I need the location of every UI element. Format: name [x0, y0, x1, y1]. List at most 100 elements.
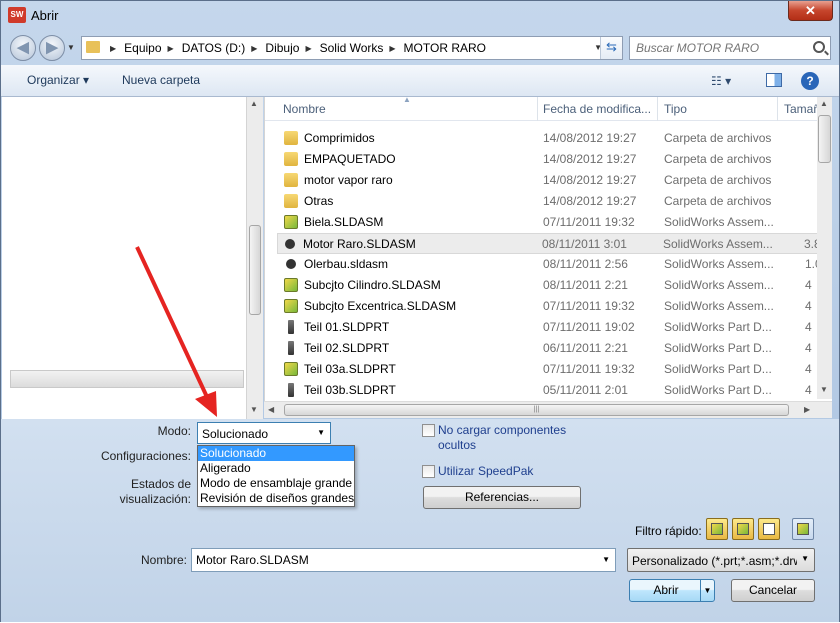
- column-divider[interactable]: [657, 97, 658, 121]
- file-list-vertical-scrollbar[interactable]: ▲ ▼: [817, 97, 832, 399]
- chevron-down-icon[interactable]: ▼: [317, 428, 325, 437]
- speedpak-label[interactable]: Utilizar SpeedPak: [438, 464, 533, 478]
- navigation-pane-scrollbar[interactable]: ▲ ▼: [246, 97, 263, 419]
- drawing-icon: [286, 259, 296, 269]
- file-row[interactable]: Motor Raro.SLDASM 08/11/2011 3:01 SolidWor…: [277, 233, 821, 254]
- file-row[interactable]: Comprimidos 14/08/2012 19:27 Carpeta de ar…: [279, 128, 821, 149]
- speedpak-checkbox[interactable]: [422, 465, 435, 478]
- search-icon[interactable]: [813, 41, 825, 53]
- file-row[interactable]: EMPAQUETADO 14/08/2012 19:27 Carpeta de ar…: [279, 149, 821, 170]
- file-row[interactable]: Teil 01.SLDPRT 07/11/2011 19:02 SolidWorks…: [279, 317, 821, 338]
- forward-button[interactable]: ▶: [39, 35, 65, 61]
- file-type: SolidWorks Assem...: [664, 299, 774, 313]
- file-name-field[interactable]: ▼: [191, 548, 616, 572]
- modo-option-revision-disenos[interactable]: Revisión de diseños grandes: [198, 491, 354, 506]
- open-button[interactable]: Abrir ▼: [629, 579, 715, 602]
- command-bar: Organizar ▾ Nueva carpeta ☷ ▾ ?: [1, 65, 839, 97]
- breadcrumb-separator-icon[interactable]: ▶: [389, 44, 395, 53]
- open-options-chevron-down-icon[interactable]: ▼: [700, 580, 714, 601]
- address-bar[interactable]: ▶ Equipo ▶ DATOS (D:) ▶ Dibujo ▶ Solid W…: [81, 36, 623, 60]
- column-header-type[interactable]: Tipo: [664, 102, 687, 116]
- part-filter-icon: [711, 523, 723, 535]
- file-row[interactable]: Subcjto Cilindro.SLDASM 08/11/2011 2:21 So…: [279, 275, 821, 296]
- no-cargar-checkbox[interactable]: [422, 424, 435, 437]
- breadcrumb-item-equipo[interactable]: Equipo: [124, 41, 161, 55]
- navigation-pane-horizontal-scrollbar[interactable]: [10, 370, 244, 388]
- estados-label-line2: visualización:: [119, 492, 191, 506]
- breadcrumb-item-datos[interactable]: DATOS (D:): [182, 41, 246, 55]
- chevron-down-icon[interactable]: ▼: [602, 555, 610, 564]
- breadcrumb-item-motor-raro[interactable]: MOTOR RARO: [404, 41, 486, 55]
- navigation-pane[interactable]: [2, 97, 246, 419]
- filter-parts-button[interactable]: [706, 518, 728, 540]
- file-type-select[interactable]: Personalizado (*.prt;*.asm;*.drw ▼: [627, 548, 815, 572]
- column-divider[interactable]: [777, 97, 778, 121]
- breadcrumb-item-dibujo[interactable]: Dibujo: [265, 41, 299, 55]
- filter-top-level-button[interactable]: [792, 518, 814, 540]
- file-row[interactable]: Subcjto Excentrica.SLDASM 07/11/2011 19:3…: [279, 296, 821, 317]
- scroll-down-arrow-icon[interactable]: ▼: [250, 405, 258, 414]
- file-name: Comprimidos: [304, 131, 375, 145]
- preview-pane-icon[interactable]: [766, 73, 782, 87]
- file-row[interactable]: motor vapor raro 14/08/2012 19:27 Carpeta …: [279, 170, 821, 191]
- scroll-down-arrow-icon[interactable]: ▼: [820, 385, 828, 394]
- file-row[interactable]: Teil 02.SLDPRT 06/11/2011 2:21 SolidWorks …: [279, 338, 821, 359]
- scrollbar-thumb[interactable]: |||: [284, 404, 789, 416]
- file-type: SolidWorks Assem...: [664, 257, 774, 271]
- no-cargar-label-line2[interactable]: ocultos: [438, 438, 476, 452]
- filter-drawings-button[interactable]: [758, 518, 780, 540]
- file-row[interactable]: Olerbau.sldasm 08/11/2011 2:56 SolidWorks …: [279, 254, 821, 275]
- column-divider[interactable]: [537, 97, 538, 121]
- help-icon[interactable]: ?: [801, 72, 819, 90]
- scroll-up-arrow-icon[interactable]: ▲: [250, 99, 258, 108]
- cancel-button[interactable]: Cancelar: [731, 579, 815, 602]
- scroll-right-arrow-icon[interactable]: ▶: [804, 405, 810, 414]
- search-input[interactable]: [636, 38, 812, 58]
- breadcrumb-item-solid-works[interactable]: Solid Works: [320, 41, 384, 55]
- navigation-pane-content: [24, 97, 154, 412]
- filter-assemblies-button[interactable]: [732, 518, 754, 540]
- file-type: SolidWorks Part D...: [664, 320, 772, 334]
- close-button[interactable]: ✕: [788, 1, 833, 21]
- file-row[interactable]: Teil 03a.SLDPRT 07/11/2011 19:32 SolidWork…: [279, 359, 821, 380]
- back-button[interactable]: ◀: [10, 35, 36, 61]
- referencias-button[interactable]: Referencias...: [423, 486, 581, 509]
- title-bar[interactable]: SW Abrir ✕: [1, 1, 839, 31]
- options-panel: Modo: Solucionado ▼ Solucionado Aligerad…: [1, 419, 839, 622]
- file-row[interactable]: Otras 14/08/2012 19:27 Carpeta de archivos: [279, 191, 821, 212]
- recent-locations-chevron-down-icon[interactable]: ▼: [67, 43, 75, 52]
- file-type: SolidWorks Part D...: [664, 383, 772, 397]
- breadcrumb-separator-icon[interactable]: ▶: [251, 44, 257, 53]
- assembly-icon: [284, 215, 298, 229]
- file-row[interactable]: Teil 03b.SLDPRT 05/11/2011 2:01 SolidWorks…: [279, 380, 821, 401]
- folder-icon: [284, 152, 298, 166]
- refresh-button[interactable]: ⇆: [600, 37, 622, 59]
- column-header-date[interactable]: Fecha de modifica...: [543, 102, 651, 116]
- column-header-name[interactable]: Nombre: [283, 102, 326, 116]
- no-cargar-label-line1[interactable]: No cargar componentes: [438, 423, 566, 437]
- modo-select[interactable]: Solucionado ▼: [197, 422, 331, 444]
- modo-option-ensamblaje-grande[interactable]: Modo de ensamblaje grande: [198, 476, 354, 491]
- modo-dropdown-list: Solucionado Aligerado Modo de ensamblaje…: [197, 445, 355, 507]
- scrollbar-thumb[interactable]: [249, 225, 261, 315]
- file-date: 08/11/2011 3:01: [542, 237, 627, 251]
- breadcrumb-separator-icon[interactable]: ▶: [305, 44, 311, 53]
- search-box[interactable]: [629, 36, 831, 60]
- file-list-pane: ▲ Nombre Fecha de modifica... Tipo Tamañ…: [264, 95, 832, 417]
- new-folder-button[interactable]: Nueva carpeta: [122, 73, 200, 87]
- view-options-button[interactable]: ☷ ▾: [711, 74, 731, 88]
- file-name-input[interactable]: [196, 550, 586, 570]
- file-row[interactable]: Biela.SLDASM 07/11/2011 19:32 SolidWorks A…: [279, 212, 821, 233]
- file-type: SolidWorks Assem...: [663, 237, 773, 251]
- scrollbar-thumb[interactable]: [818, 115, 831, 163]
- scroll-up-arrow-icon[interactable]: ▲: [820, 99, 828, 108]
- drawing-icon: [285, 239, 295, 249]
- scroll-left-arrow-icon[interactable]: ◀: [268, 405, 274, 414]
- chevron-down-icon[interactable]: ▼: [801, 554, 809, 563]
- modo-option-solucionado[interactable]: Solucionado: [198, 446, 354, 461]
- organize-button[interactable]: Organizar ▾: [27, 73, 89, 87]
- file-type: Carpeta de archivos: [664, 194, 772, 208]
- file-list-horizontal-scrollbar[interactable]: ◀ ||| ▶: [264, 401, 832, 418]
- modo-option-aligerado[interactable]: Aligerado: [198, 461, 354, 476]
- breadcrumb-separator-icon[interactable]: ▶: [168, 44, 174, 53]
